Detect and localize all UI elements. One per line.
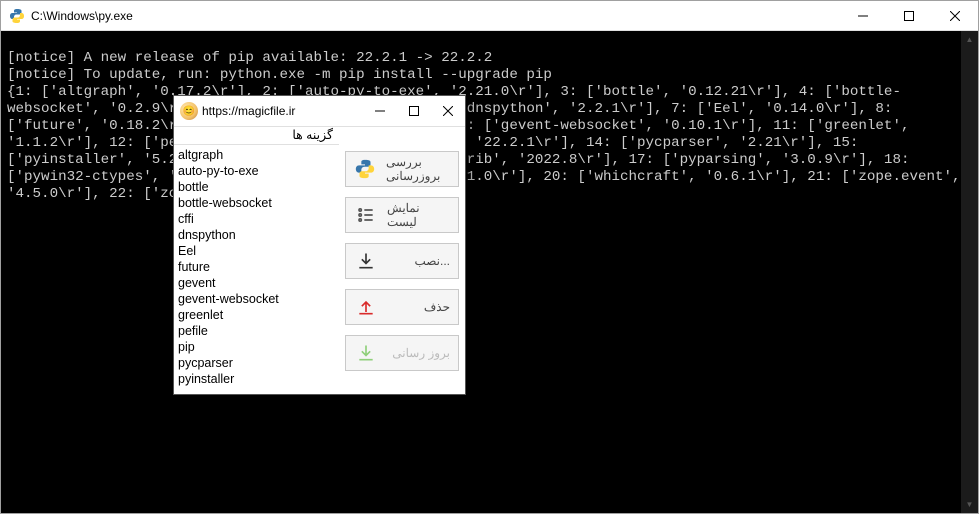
options-label: گزینه ها: [174, 126, 339, 144]
button-label: نمایش لیست: [387, 201, 450, 229]
list-item[interactable]: bottle: [178, 179, 335, 195]
update-button[interactable]: بروز رسانی: [345, 335, 459, 371]
terminal-output[interactable]: [notice] A new release of pip available:…: [1, 31, 978, 513]
dialog-minimize-button[interactable]: [363, 97, 397, 125]
package-manager-dialog: 😊 https://magicfile.ir گزینه ها altgraph…: [173, 95, 466, 395]
python-icon: [9, 8, 25, 24]
list-item[interactable]: cffi: [178, 211, 335, 227]
app-icon: 😊: [180, 102, 198, 120]
remove-button[interactable]: حذف: [345, 289, 459, 325]
list-item[interactable]: pefile: [178, 323, 335, 339]
console-title: C:\Windows\py.exe: [31, 9, 840, 23]
list-item[interactable]: bottle-websocket: [178, 195, 335, 211]
console-window: C:\Windows\py.exe [notice] A new release…: [0, 0, 979, 514]
list-item[interactable]: pycparser: [178, 355, 335, 371]
install-button[interactable]: نصب...: [345, 243, 459, 279]
console-close-button[interactable]: [932, 1, 978, 30]
scroll-up-arrow-icon[interactable]: ▲: [961, 31, 978, 48]
action-buttons-pane: بررسی بروزرسانی نمایش لیست نصب... حذف: [339, 126, 465, 394]
list-item[interactable]: pyinstaller: [178, 371, 335, 387]
upload-icon: [354, 295, 378, 319]
list-icon: [354, 203, 377, 227]
list-item[interactable]: pip: [178, 339, 335, 355]
download-icon: [354, 249, 378, 273]
console-minimize-button[interactable]: [840, 1, 886, 30]
dialog-titlebar[interactable]: 😊 https://magicfile.ir: [174, 96, 465, 126]
list-item[interactable]: altgraph: [178, 147, 335, 163]
show-list-button[interactable]: نمایش لیست: [345, 197, 459, 233]
terminal-scrollbar[interactable]: ▲ ▼: [961, 31, 978, 513]
console-maximize-button[interactable]: [886, 1, 932, 30]
button-label: بررسی بروزرسانی: [386, 155, 450, 183]
list-item[interactable]: auto-py-to-exe: [178, 163, 335, 179]
list-item[interactable]: Eel: [178, 243, 335, 259]
dialog-body: گزینه ها altgraph auto-py-to-exe bottle …: [174, 126, 465, 394]
button-label: حذف: [424, 300, 450, 314]
package-list[interactable]: altgraph auto-py-to-exe bottle bottle-we…: [174, 144, 339, 394]
dialog-title: https://magicfile.ir: [202, 104, 363, 118]
console-titlebar[interactable]: C:\Windows\py.exe: [1, 1, 978, 31]
python-icon: [354, 157, 376, 181]
list-item[interactable]: future: [178, 259, 335, 275]
button-label: نصب...: [414, 254, 450, 268]
list-item[interactable]: greenlet: [178, 307, 335, 323]
list-item[interactable]: gevent: [178, 275, 335, 291]
button-label: بروز رسانی: [392, 346, 450, 360]
list-item[interactable]: dnspython: [178, 227, 335, 243]
list-item[interactable]: gevent-websocket: [178, 291, 335, 307]
download-icon: [354, 341, 378, 365]
scroll-down-arrow-icon[interactable]: ▼: [961, 496, 978, 513]
dialog-close-button[interactable]: [431, 97, 465, 125]
dialog-maximize-button[interactable]: [397, 97, 431, 125]
check-update-button[interactable]: بررسی بروزرسانی: [345, 151, 459, 187]
